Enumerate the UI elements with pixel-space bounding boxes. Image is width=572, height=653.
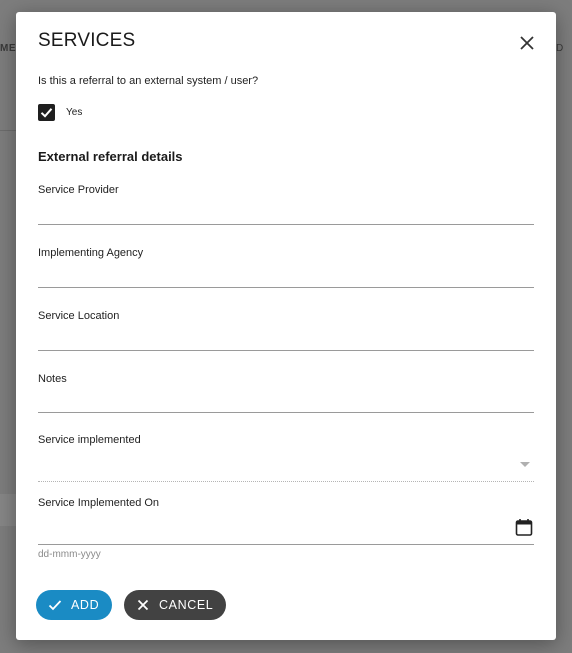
referral-question: Is this a referral to an external system… [38, 75, 259, 87]
background-divider [0, 130, 16, 131]
service-location-label: Service Location [38, 310, 120, 322]
implementing-agency-label: Implementing Agency [38, 247, 144, 259]
service-implemented-label: Service implemented [38, 434, 141, 446]
background-text-left: ME [0, 43, 16, 54]
service-provider-underline [38, 224, 534, 225]
service-location-field: Service Location [38, 310, 538, 360]
background-text-right: D [556, 43, 564, 54]
notes-underline [38, 412, 534, 413]
dialog-title: SERVICES [38, 30, 136, 51]
service-implemented-on-label: Service Implemented On [38, 497, 160, 509]
cancel-button[interactable]: CANCEL [124, 590, 226, 620]
section-heading: External referral details [38, 149, 183, 164]
referral-checkbox[interactable] [38, 104, 55, 121]
referral-checkbox-label: Yes [66, 107, 83, 118]
background-block [0, 494, 16, 526]
service-provider-label: Service Provider [38, 184, 119, 196]
services-dialog: SERVICES Is this a referral to an extern… [16, 12, 556, 640]
notes-input[interactable] [38, 387, 538, 415]
close-icon [137, 599, 149, 611]
close-icon[interactable] [516, 32, 538, 54]
calendar-icon[interactable] [514, 517, 534, 537]
service-implemented-on-underline [38, 544, 534, 545]
cancel-button-label: CANCEL [159, 598, 214, 612]
notes-field: Notes [38, 373, 538, 423]
service-implemented-field: Service implemented [38, 434, 534, 484]
service-provider-field: Service Provider [38, 184, 538, 234]
service-location-input[interactable] [38, 324, 538, 352]
check-icon [48, 600, 62, 611]
dropdown-arrow-icon[interactable] [520, 462, 530, 467]
date-format-hint: dd-mmm-yyyy [38, 549, 101, 560]
add-button-label: ADD [71, 598, 100, 612]
service-implemented-select[interactable] [38, 448, 534, 474]
add-button[interactable]: ADD [36, 590, 112, 620]
service-provider-input[interactable] [38, 198, 538, 226]
service-implemented-underline [38, 481, 534, 482]
implementing-agency-input[interactable] [38, 261, 538, 289]
checkmark-icon [40, 108, 53, 118]
service-implemented-on-input[interactable] [38, 519, 512, 547]
implementing-agency-underline [38, 287, 534, 288]
implementing-agency-field: Implementing Agency [38, 247, 538, 297]
notes-label: Notes [38, 373, 67, 385]
service-location-underline [38, 350, 534, 351]
service-implemented-on-field: Service Implemented On [38, 497, 534, 547]
